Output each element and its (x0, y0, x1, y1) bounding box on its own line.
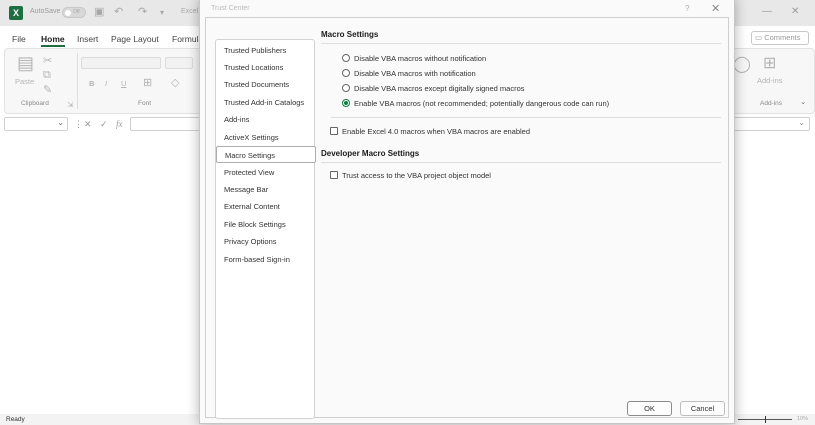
nav-item-external-content[interactable]: External Content (216, 198, 316, 215)
tab-page-layout[interactable]: Page Layout (111, 34, 159, 44)
paste-label: Paste (15, 77, 35, 86)
format-painter-icon[interactable]: ✎ (43, 83, 52, 96)
section-divider (331, 117, 721, 118)
ok-button[interactable]: OK (627, 401, 672, 416)
dialog-body: Trusted Publishers Trusted Locations Tru… (205, 17, 729, 419)
name-box[interactable]: ⌄ (4, 117, 68, 131)
font-size-combo[interactable] (165, 57, 193, 69)
comment-icon: ▭ (755, 33, 763, 42)
comments-button[interactable]: ▭ Comments (751, 31, 809, 45)
trust-center-nav: Trusted Publishers Trusted Locations Tru… (215, 39, 316, 419)
bold-button[interactable]: B (89, 79, 94, 88)
close-window-icon[interactable]: ✕ (791, 6, 799, 17)
macro-settings-heading: Macro Settings (321, 30, 379, 39)
nav-item-trusted-locations[interactable]: Trusted Locations (216, 59, 316, 76)
name-box-chevron-icon: ⌄ (57, 118, 64, 127)
insert-function-icon[interactable]: fx (116, 119, 123, 129)
clipboard-launcher-icon[interactable]: ⇲ (67, 100, 73, 109)
cells-icon[interactable]: ◯ (733, 54, 751, 74)
comments-label: Comments (764, 33, 801, 42)
formula-options-icon[interactable]: ⋮ (74, 119, 83, 130)
option-disable-with-notification[interactable]: Disable VBA macros with notification (354, 69, 476, 78)
collapse-ribbon-icon[interactable]: ⌄ (800, 97, 806, 106)
clipboard-group-label: Clipboard (21, 100, 49, 107)
undo-icon[interactable]: ↶ (114, 5, 123, 18)
italic-button[interactable]: I (105, 79, 107, 88)
redo-icon[interactable]: ↷ (138, 5, 147, 18)
checkbox-trust-vba-object-model[interactable] (330, 171, 338, 179)
label-trust-vba-object-model[interactable]: Trust access to the VBA project object m… (342, 171, 491, 180)
nav-item-macro-settings[interactable]: Macro Settings (216, 146, 316, 163)
addins-label: Add-ins (757, 76, 783, 85)
status-ready: Ready (6, 416, 25, 423)
cancel-entry-icon[interactable]: ✕ (84, 119, 92, 130)
nav-item-protected-view[interactable]: Protected View (216, 164, 316, 181)
autosave-label: AutoSave (30, 8, 61, 15)
minimize-icon[interactable]: — (762, 6, 772, 17)
nav-item-trusted-publishers[interactable]: Trusted Publishers (216, 42, 316, 59)
developer-macro-settings-heading: Developer Macro Settings (321, 149, 420, 158)
radio-enable-vba-macros[interactable] (342, 99, 350, 107)
close-icon[interactable]: ✕ (711, 2, 720, 15)
nav-item-privacy-options[interactable]: Privacy Options (216, 233, 316, 250)
cut-icon[interactable]: ✂ (43, 54, 52, 67)
copy-icon[interactable]: ⧉ (43, 69, 51, 82)
nav-item-file-block-settings[interactable]: File Block Settings (216, 216, 316, 233)
nav-item-trusted-documents[interactable]: Trusted Documents (216, 76, 316, 93)
excel-logo-icon: X (9, 6, 23, 20)
window-title: Excel (181, 8, 199, 15)
option-enable-vba-macros[interactable]: Enable VBA macros (not recommended; pote… (354, 99, 609, 108)
nav-item-message-bar[interactable]: Message Bar (216, 181, 316, 198)
radio-disable-without-notification[interactable] (342, 54, 350, 62)
confirm-entry-icon[interactable]: ✓ (100, 119, 108, 130)
fill-color-icon[interactable]: ◇ (171, 76, 179, 89)
tab-home[interactable]: Home (41, 34, 65, 47)
nav-item-addins[interactable]: Add-ins (216, 111, 316, 128)
option-disable-without-notification[interactable]: Disable VBA macros without notification (354, 54, 486, 63)
cancel-button[interactable]: Cancel (680, 401, 725, 416)
zoom-level[interactable]: 10% (797, 416, 808, 422)
borders-icon[interactable]: ⊞ (143, 76, 152, 89)
radio-disable-with-notification[interactable] (342, 69, 350, 77)
font-group-label: Font (138, 100, 152, 107)
font-name-combo[interactable] (81, 57, 161, 69)
zoom-slider-thumb[interactable] (765, 416, 766, 423)
checkbox-enable-excel4-macros[interactable] (330, 127, 338, 135)
tab-file[interactable]: File (12, 34, 26, 44)
developer-heading-divider (321, 162, 721, 163)
heading-divider (321, 43, 721, 44)
tab-insert[interactable]: Insert (77, 34, 98, 44)
nav-item-trusted-addin-catalogs[interactable]: Trusted Add-in Catalogs (216, 94, 316, 111)
customize-quick-access-icon[interactable]: ▾ (160, 8, 164, 17)
save-icon[interactable]: ▣ (94, 5, 104, 18)
autosave-state: Off (73, 9, 80, 15)
radio-disable-except-signed[interactable] (342, 84, 350, 92)
expand-formula-bar-icon[interactable]: ⌄ (798, 118, 805, 127)
label-enable-excel4-macros[interactable]: Enable Excel 4.0 macros when VBA macros … (342, 127, 530, 136)
trust-center-dialog: Trust Center ? ✕ Trusted Publishers Trus… (199, 0, 735, 424)
help-icon[interactable]: ? (685, 4, 689, 13)
ribbon-separator (77, 53, 78, 109)
nav-item-activex-settings[interactable]: ActiveX Settings (216, 129, 316, 146)
dialog-title: Trust Center (211, 5, 250, 12)
nav-item-form-based-sign-in[interactable]: Form-based Sign-in (216, 251, 316, 268)
option-disable-except-signed[interactable]: Disable VBA macros except digitally sign… (354, 84, 525, 93)
addins-group-label: Add-ins (760, 100, 783, 107)
addins-icon[interactable]: ⊞ (763, 53, 776, 73)
underline-button[interactable]: U (121, 79, 126, 88)
paste-icon[interactable]: ▤ (17, 53, 34, 74)
